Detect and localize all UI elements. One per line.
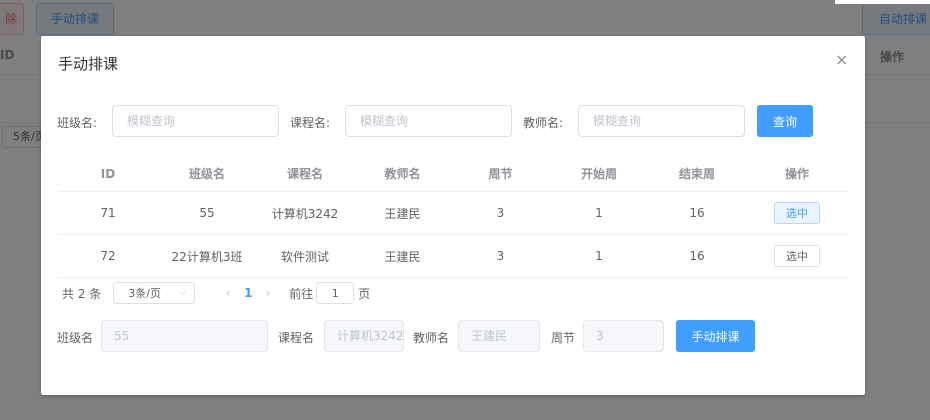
form-section-field: 3: [583, 320, 664, 352]
column-header-section: 周节: [488, 167, 513, 181]
table-row[interactable]: 72 22计算机3班 软件测试 王建民 3 1 16 选中: [58, 235, 848, 278]
pagination-total: 共 2 条: [62, 286, 102, 301]
close-icon[interactable]: ×: [835, 50, 848, 69]
cell-course: 软件测试: [280, 249, 329, 264]
cell-teacher: 王建民: [384, 249, 421, 264]
chevron-down-icon: ⌵: [179, 288, 187, 298]
page-size-value: 3条/页: [128, 287, 161, 300]
cell-end-week: 16: [689, 249, 705, 263]
current-page-number[interactable]: 1: [243, 286, 253, 300]
form-course-field: 计算机3242: [324, 320, 404, 352]
form-class-field: 55: [101, 320, 268, 352]
class-name-label: 班级名:: [57, 116, 98, 130]
pagination: 共 2 条 3条/页 ⌵ ‹ 1 › 前往 页: [62, 282, 370, 304]
course-name-search-input[interactable]: [345, 105, 512, 137]
select-button[interactable]: 选中: [774, 202, 820, 224]
cell-id: 71: [100, 206, 116, 220]
window-edge: [835, 0, 930, 4]
column-header-operation: 操作: [784, 167, 809, 181]
goto-page-input[interactable]: [316, 282, 355, 304]
cell-end-week: 16: [689, 206, 705, 220]
page-size-select[interactable]: 3条/页 ⌵: [113, 282, 196, 304]
column-header-start-week: 开始周: [580, 167, 617, 181]
cell-start-week: 1: [595, 206, 603, 220]
page-unit-label: 页: [358, 286, 371, 301]
column-header-end-week: 结束周: [678, 167, 715, 181]
column-header-id: ID: [100, 166, 116, 181]
table-row[interactable]: 71 55 计算机3242 王建民 3 1 16 选中: [58, 192, 848, 235]
cell-section: 3: [496, 249, 505, 263]
form-class-label: 班级名: [57, 331, 94, 345]
class-name-search-input[interactable]: [112, 105, 279, 137]
select-button[interactable]: 选中: [774, 245, 820, 267]
teacher-name-label: 教师名:: [523, 116, 564, 130]
column-header-course: 课程名: [286, 167, 323, 181]
column-header-class: 班级名: [188, 167, 225, 181]
table-header-row: ID 班级名 课程名 教师名 周节 开始周 结束周 操作: [58, 156, 848, 192]
cell-operation: 选中: [746, 235, 848, 277]
cell-start-week: 1: [595, 249, 603, 263]
cell-course: 计算机3242: [271, 206, 339, 221]
cell-class-name: 55: [199, 206, 215, 220]
next-page-icon[interactable]: ›: [253, 286, 283, 300]
cell-teacher: 王建民: [384, 206, 421, 221]
cell-operation: 选中: [746, 192, 848, 234]
manual-schedule-submit-button[interactable]: 手动排课: [676, 320, 755, 352]
dialog-title: 手动排课: [58, 55, 119, 73]
form-teacher-field: 王建民: [458, 320, 540, 352]
manual-schedule-dialog: 手动排课 × 班级名: 课程名: 教师名: 查询 ID 班级名 课程名 教师名 …: [41, 36, 865, 395]
schedule-table: ID 班级名 课程名 教师名 周节 开始周 结束周 操作 71 55 计算机32…: [58, 156, 848, 278]
cell-class-name: 22计算机3班: [171, 249, 243, 264]
form-course-label: 课程名: [278, 331, 315, 345]
column-header-teacher: 教师名: [384, 167, 421, 181]
course-name-label: 课程名:: [290, 116, 331, 130]
goto-label: 前往: [289, 286, 314, 301]
cell-id: 72: [100, 249, 116, 263]
prev-page-icon[interactable]: ‹: [213, 286, 243, 300]
form-section-label: 周节: [551, 331, 576, 345]
teacher-name-search-input[interactable]: [578, 105, 745, 137]
cell-section: 3: [496, 206, 505, 220]
query-button[interactable]: 查询: [757, 105, 813, 137]
form-teacher-label: 教师名: [413, 331, 450, 345]
